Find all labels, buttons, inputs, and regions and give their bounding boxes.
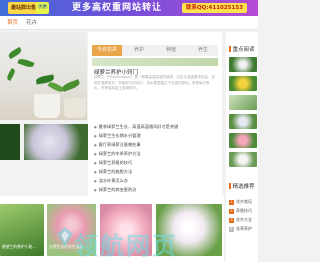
list-item[interactable]: 绿萝兰养殖的技巧 <box>94 160 133 166</box>
list-item[interactable]: 浇水叶黄怎么办 <box>94 178 128 184</box>
tab-planting[interactable]: 种植 <box>156 45 186 56</box>
rank-number: 1 <box>229 200 234 205</box>
main-nav: 首页 花卉 <box>0 16 258 30</box>
list-item[interactable]: 绿萝兰的冬季养护方法 <box>94 151 141 157</box>
rank-item[interactable]: 2 养殖技巧 <box>229 208 252 214</box>
rank-item[interactable]: 3 花卉大全 <box>229 217 252 223</box>
article-summary: 绿萝兰（Phalaenopsis）是一种喜高温高湿的植物，对生长温度要求较高，宜… <box>94 75 215 90</box>
plant-thumbnail[interactable] <box>24 124 88 160</box>
tab-today[interactable]: 今日花卉 <box>92 45 122 56</box>
tab-health[interactable]: 养生 <box>188 45 218 56</box>
hero-image[interactable] <box>0 32 87 120</box>
list-item[interactable]: 绿萝兰的病虫害防治 <box>94 187 137 193</box>
rank-number: 2 <box>229 209 234 214</box>
flower-pot <box>34 94 60 118</box>
banner-badge: 最站群出售 <box>8 2 40 14</box>
rank-item[interactable]: 4 花草养护 <box>229 226 252 232</box>
gallery-caption: 鹤望兰的养护小秘... <box>2 244 36 249</box>
nav-item-home[interactable]: 首页 <box>7 16 18 30</box>
watermark-logo-icon <box>57 227 73 247</box>
tab-care[interactable]: 养护 <box>124 45 154 56</box>
sidebar-title: 重点阅读 <box>229 45 255 53</box>
leaf-shape <box>17 57 35 69</box>
watermark-text: 领航网页 <box>74 232 178 260</box>
sidebar-thumbnail[interactable] <box>229 76 257 91</box>
list-item[interactable]: 绿萝兰生长期水分管理 <box>94 133 141 139</box>
leaf-shape <box>61 79 81 92</box>
rank-label: 花草养护 <box>236 226 252 231</box>
rank-label: 花卉栽培 <box>236 199 252 204</box>
list-item[interactable]: 夏季绿萝兰生长，高温高湿通风好才是关键 <box>94 124 179 130</box>
sidebar-thumbnail[interactable] <box>229 114 257 129</box>
sidebar-thumbnail[interactable] <box>229 95 257 110</box>
sidebar-thumbnail[interactable] <box>229 57 257 72</box>
flower-pot <box>64 98 86 118</box>
right-sidebar: 重点阅读 精选推荐 1 花卉栽培 2 养殖技巧 3 花卉大全 4 花草养护 <box>226 32 258 262</box>
rank-number: 4 <box>229 227 234 232</box>
sidebar-title-recommend: 精选推荐 <box>229 182 255 190</box>
rank-label: 花卉大全 <box>236 217 252 222</box>
banner-headline: 更多高权重网站转让 <box>72 3 163 13</box>
leaf-shape <box>7 46 23 60</box>
card-header-image <box>92 58 218 66</box>
nav-item-flowers[interactable]: 花卉 <box>26 16 37 30</box>
sidebar-thumbnail[interactable] <box>229 152 257 167</box>
banner-badge-secondary: 优惠 <box>36 2 49 14</box>
content-card: 今日花卉 养护 种植 养生 绿萝兰养护小窍门 绿萝兰（Phalaenopsis）… <box>88 32 222 207</box>
plant-thumbnail[interactable] <box>0 124 20 160</box>
gallery-image[interactable]: 鹤望兰的养护小秘... <box>0 204 44 256</box>
rank-item[interactable]: 1 花卉栽培 <box>229 199 252 205</box>
category-tabs: 今日花卉 养护 种植 养生 <box>92 45 218 56</box>
list-item[interactable]: 绿萝兰的施肥方法 <box>94 169 133 175</box>
rank-number: 3 <box>229 218 234 223</box>
list-item[interactable]: 客厅养绿萝注意哪些事 <box>94 142 141 148</box>
top-banner[interactable]: 最站群出售 优惠 更多高权重网站转让 联系QQ:411025153 <box>0 0 258 16</box>
leaf-shape <box>5 68 17 81</box>
banner-contact[interactable]: 联系QQ:411025153 <box>182 3 247 13</box>
sidebar-thumbnail[interactable] <box>229 133 257 148</box>
rank-label: 养殖技巧 <box>236 208 252 213</box>
